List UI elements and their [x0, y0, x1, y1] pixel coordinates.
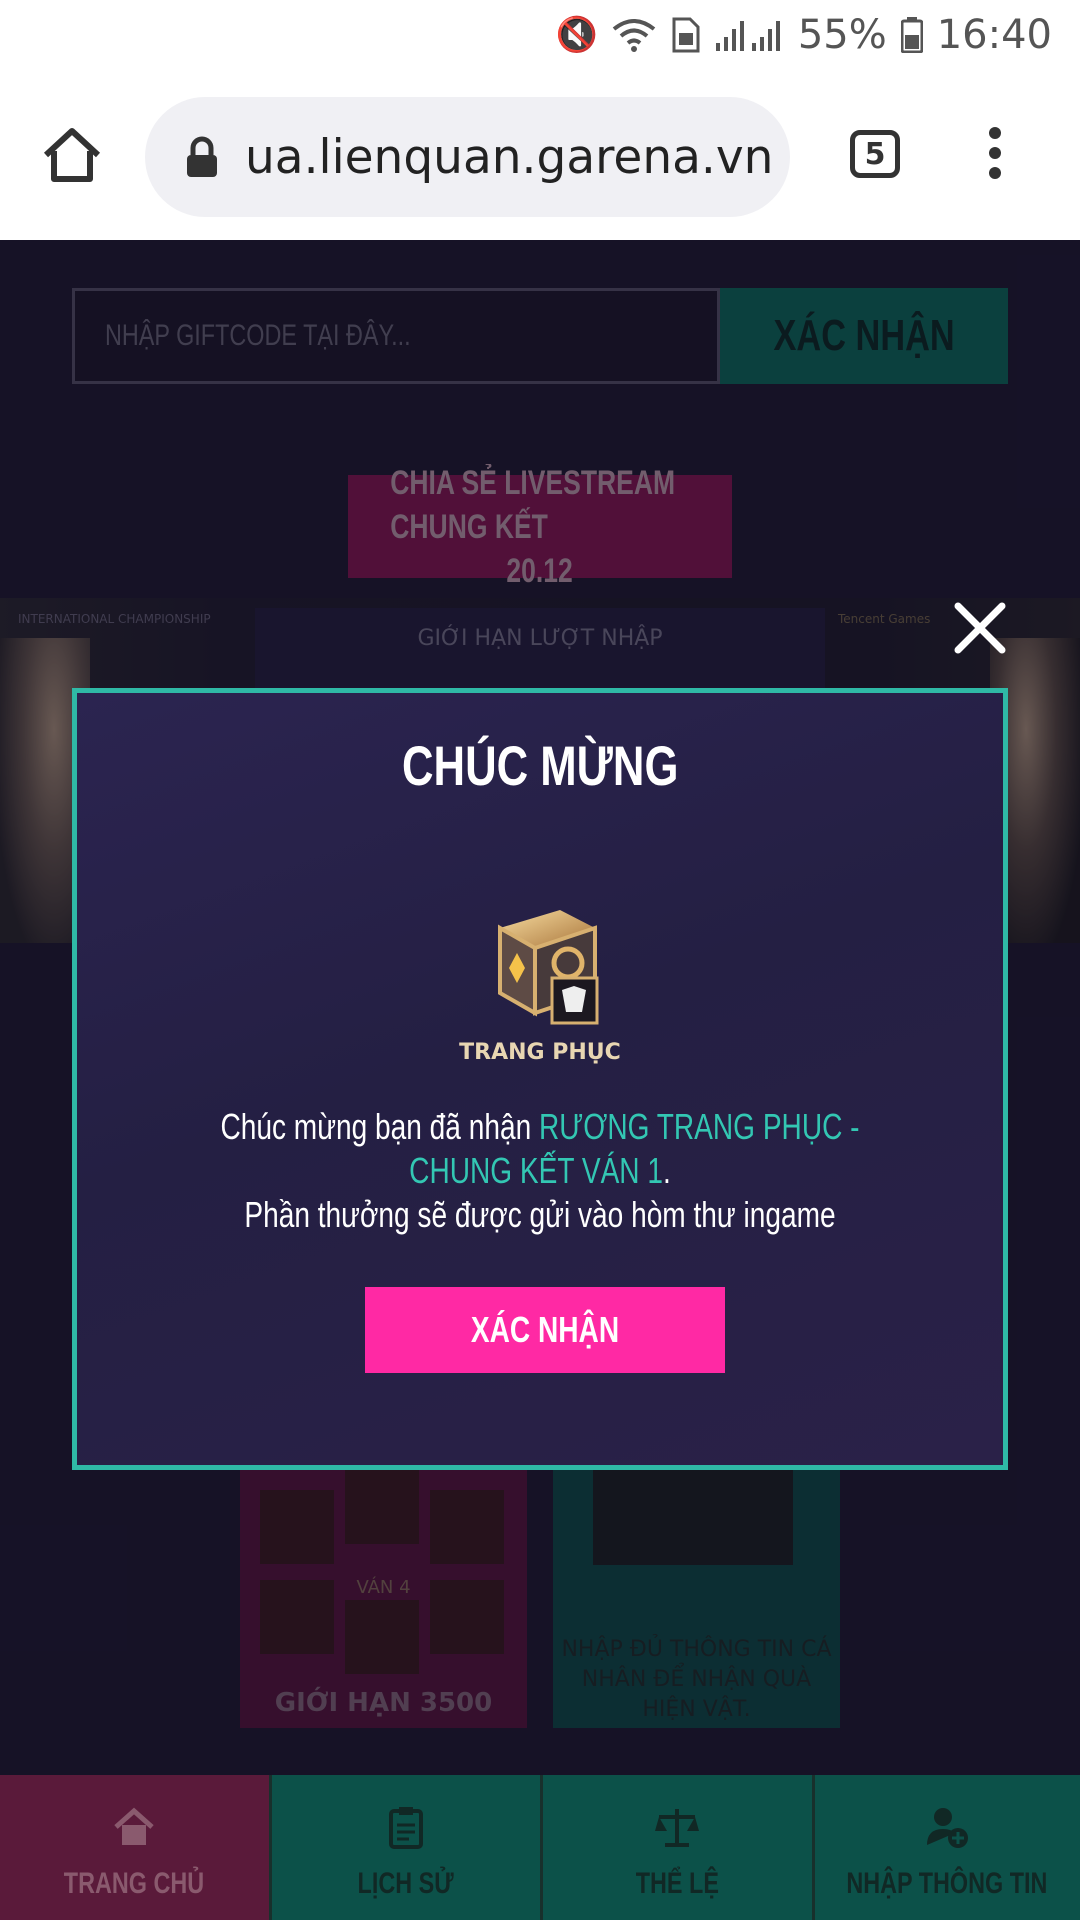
add-user-icon — [927, 1808, 969, 1848]
signal-icon — [715, 21, 780, 51]
tab-count: 5 — [864, 136, 886, 172]
modal-title: CHÚC MỪNG — [401, 734, 679, 797]
nav-label-enter-info: NHẬP THÔNG TIN — [846, 1867, 1048, 1900]
mute-icon: 🔇 — [555, 15, 598, 55]
battery-icon — [900, 17, 923, 53]
message-prefix: Chúc mừng bạn đã nhận — [220, 1106, 539, 1147]
confirm-button[interactable]: XÁC NHẬN — [365, 1287, 725, 1373]
wifi-icon — [612, 19, 656, 52]
clipboard-icon — [388, 1807, 423, 1849]
lock-icon — [187, 136, 217, 177]
bottom-navigation: TRANG CHỦ LỊCH SỬ THỂ LỆ NHẬP THÔNG TIN — [0, 1775, 1080, 1920]
confirm-label: XÁC NHẬN — [470, 1309, 620, 1350]
nav-item-history[interactable]: LỊCH SỬ — [268, 1775, 540, 1920]
clock: 16:40 — [936, 12, 1052, 58]
message-suffix: . — [662, 1150, 671, 1191]
address-bar[interactable]: ua.lienquan.garena.vn — [145, 97, 790, 217]
sim-icon — [672, 17, 700, 53]
more-options-icon[interactable] — [985, 127, 1005, 187]
home-icon[interactable] — [40, 123, 104, 187]
nav-label-rules: THỂ LỆ — [635, 1867, 719, 1900]
nav-item-rules[interactable]: THỂ LỆ — [540, 1775, 812, 1920]
message-line-2: Phần thưởng sẽ được gửi vào hòm thư inga… — [244, 1194, 836, 1235]
modal-message: Chúc mừng bạn đã nhận RƯƠNG TRANG PHỤC -… — [87, 1105, 993, 1238]
nav-item-home[interactable]: TRANG CHỦ — [0, 1775, 269, 1920]
nav-item-enter-info[interactable]: NHẬP THÔNG TIN — [811, 1775, 1080, 1920]
status-bar: 🔇 55% 16:40 — [0, 0, 1080, 75]
chest-caption: TRANG PHỤC — [459, 1040, 621, 1065]
browser-toolbar: ua.lienquan.garena.vn 5 — [0, 75, 1080, 240]
nav-label-home: TRANG CHỦ — [64, 1867, 205, 1900]
scales-icon — [655, 1809, 700, 1847]
tab-switcher-button[interactable]: 5 — [850, 130, 900, 178]
battery-percent: 55% — [797, 12, 887, 58]
skin-chest-icon — [498, 910, 599, 1025]
congratulations-modal: CHÚC MỪNG TRANG PHỤC Chúc mừng bạn đã nh… — [72, 688, 1008, 1470]
close-icon[interactable] — [950, 598, 1010, 658]
url-text: ua.lienquan.garena.vn — [245, 129, 774, 185]
nav-label-history: LỊCH SỬ — [357, 1867, 454, 1900]
home-icon — [114, 1807, 154, 1845]
